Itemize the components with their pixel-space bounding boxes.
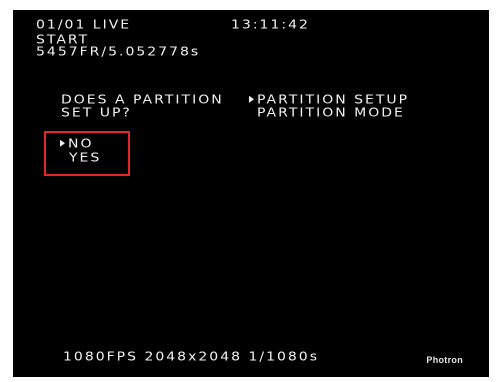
selection-arrow-icon (249, 95, 254, 103)
option-no[interactable]: NO (60, 138, 94, 150)
option-yes[interactable]: YES (69, 152, 101, 164)
breadcrumb-item: PARTITION MODE (257, 106, 405, 121)
clock: 13:11:42 (231, 18, 310, 33)
photron-logo: Photron (426, 355, 463, 365)
partition-question-line2: SET UP? (61, 106, 132, 121)
partition-question-line1: DOES A PARTITION (61, 93, 224, 108)
recording-info: 1080FPS 2048x2048 1/1080s (63, 350, 320, 365)
selection-arrow-icon (60, 139, 65, 147)
frame-info: 5457FR/5.052778s (36, 45, 201, 60)
breadcrumb-menu: PARTITION SETUP (249, 94, 409, 106)
camera-osd-screen: 01/01 LIVE 13:11:42 START 5457FR/5.05277… (13, 10, 489, 377)
frame-status: 01/01 LIVE (36, 18, 132, 33)
